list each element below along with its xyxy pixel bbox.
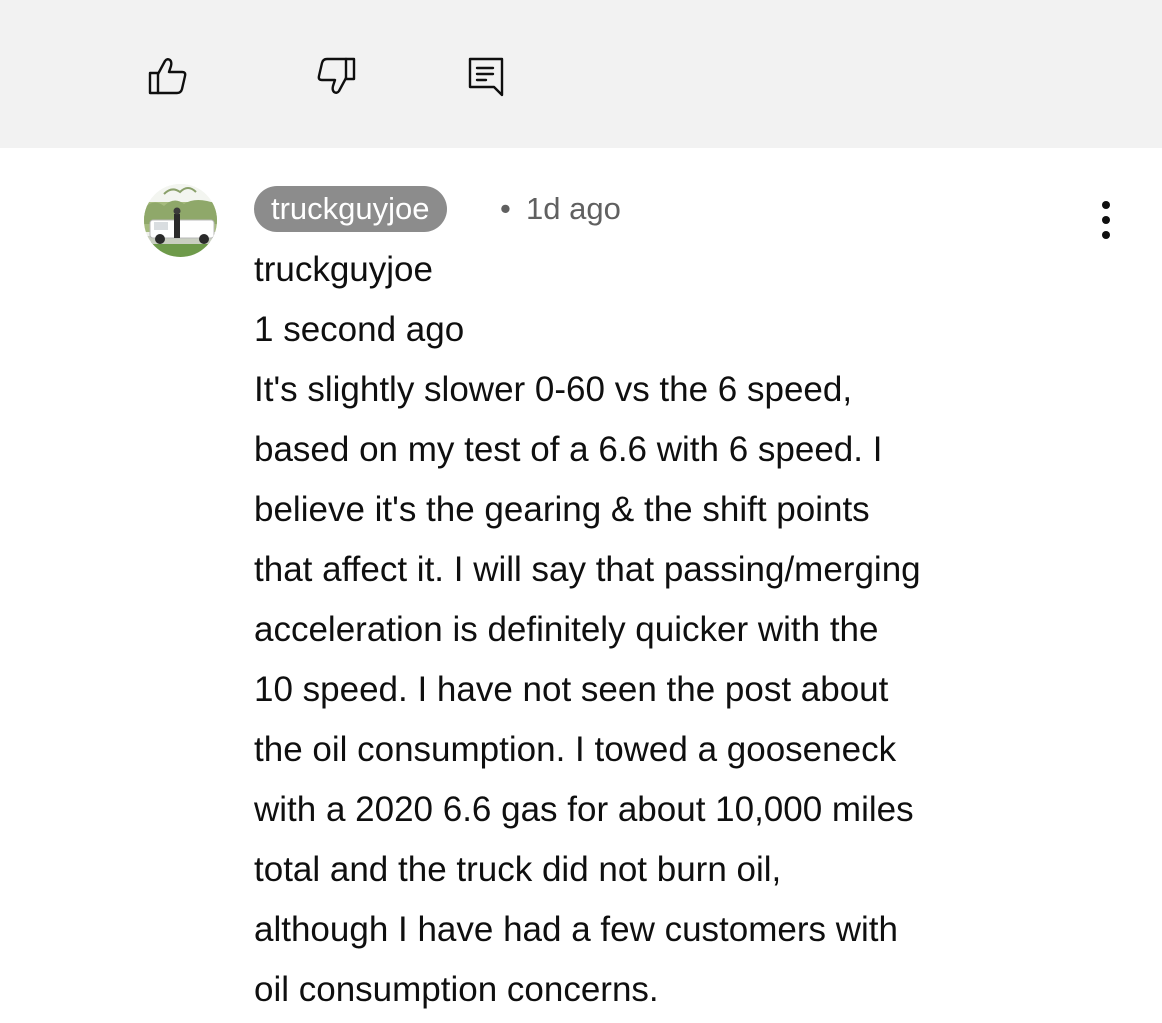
more-options-button[interactable] <box>1084 198 1128 242</box>
thumb-up-icon <box>148 58 187 95</box>
more-vertical-icon <box>1102 201 1110 239</box>
comment-body-line: acceleration is definitely quicker with … <box>254 610 879 649</box>
comment-body-line: total and the truck did not burn oil, <box>254 850 782 889</box>
comment-body-line: 1 second ago <box>254 310 465 349</box>
comment-body-line: that affect it. I will say that passing/… <box>254 550 921 589</box>
avatar[interactable] <box>144 184 217 257</box>
comment-body-line: believe it's the gearing & the shift poi… <box>254 490 870 529</box>
comment-action-bar <box>0 0 1162 148</box>
dislike-button[interactable] <box>306 46 366 106</box>
comment-body-line: with a 2020 6.6 gas for about 10,000 mil… <box>254 790 914 829</box>
comment-body-line: It's slightly slower 0-60 vs the 6 speed… <box>254 370 853 409</box>
comment-body-line: oil consumption concerns. <box>254 970 659 1009</box>
comment-body-line: although I have had a few customers with <box>254 910 898 949</box>
thumb-down-icon <box>317 57 356 94</box>
comment-body-line: 10 speed. I have not seen the post about <box>254 670 889 709</box>
reply-button[interactable] <box>456 46 516 106</box>
like-button[interactable] <box>138 46 198 106</box>
comment-icon <box>468 57 504 97</box>
comment-body: truckguyjoe 1 second ago It's slightly s… <box>254 240 1134 1020</box>
comment-body-line: truckguyjoe <box>254 250 433 289</box>
comment-thread-item: truckguyjoe • 1d ago truckguyjoe 1 secon… <box>0 148 1162 1023</box>
author-handle-chip[interactable]: truckguyjoe <box>254 186 447 232</box>
comment-body-line: based on my test of a 6.6 with 6 speed. … <box>254 430 883 469</box>
meta-separator: • <box>500 191 511 226</box>
comment-timestamp: 1d ago <box>526 191 621 226</box>
comment-body-line: the oil consumption. I towed a gooseneck <box>254 730 897 769</box>
